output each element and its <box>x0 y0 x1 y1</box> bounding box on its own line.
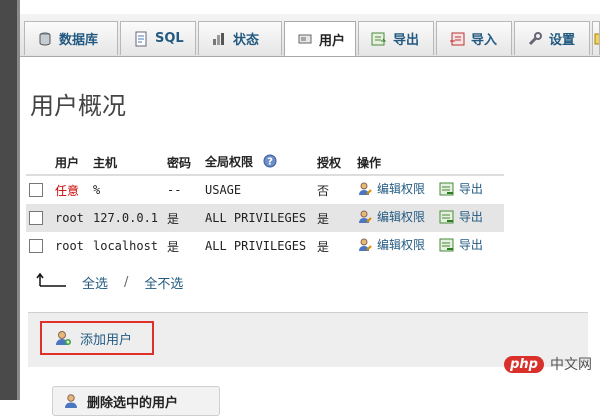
watermark-text: 中文网 <box>550 357 592 373</box>
database-icon <box>37 31 53 47</box>
header-grant: 授权 <box>314 150 354 176</box>
export-label: 导出 <box>458 182 483 197</box>
edit-user-icon <box>359 238 372 251</box>
export-link[interactable]: 导出 <box>439 180 483 197</box>
header-action: 操作 <box>354 150 504 176</box>
table-row: root localhost 是 ALL PRIVILEGES 是 编辑权限 导… <box>26 232 504 260</box>
edit-privileges-link[interactable]: 编辑权限 <box>357 208 425 225</box>
help-icon[interactable]: ? <box>263 154 277 171</box>
export-icon <box>439 182 454 196</box>
tab-status[interactable]: 状态 <box>198 21 282 55</box>
row-checkbox[interactable] <box>29 211 43 226</box>
tab-export-label: 导出 <box>393 33 420 48</box>
page-title: 用户概况 <box>30 92 126 120</box>
export-icon <box>439 210 454 224</box>
edit-privileges-link[interactable]: 编辑权限 <box>357 236 425 253</box>
export-icon <box>371 31 387 47</box>
select-none-link[interactable]: 全不选 <box>144 273 183 292</box>
row-actions: 编辑权限 导出 <box>354 232 504 260</box>
select-separator: / <box>124 274 129 290</box>
add-user-icon <box>56 331 71 345</box>
tab-import-label: 导入 <box>471 33 498 48</box>
tab-settings[interactable]: 设置 <box>514 21 590 55</box>
row-actions: 编辑权限 导出 <box>354 204 504 232</box>
row-actions: 编辑权限 导出 <box>354 175 504 204</box>
status-icon <box>211 31 227 47</box>
header-password: 密码 <box>164 150 202 176</box>
row-user: 任意 <box>52 175 90 204</box>
arrow-up-left-icon <box>36 272 68 292</box>
sql-icon <box>133 31 149 47</box>
export-link[interactable]: 导出 <box>439 208 483 225</box>
header-checkbox <box>26 150 52 176</box>
users-icon <box>297 31 313 47</box>
import-icon <box>449 31 465 47</box>
row-password: 是 <box>164 232 202 260</box>
row-password: -- <box>164 175 202 204</box>
edit-privileges-label: 编辑权限 <box>377 238 426 253</box>
top-tab-bar: 数据库 SQL 状态 用户 导出 导入 设置 <box>20 14 600 57</box>
users-table: 用户 主机 密码 全局权限 ? 授权 操作 任意 % -- USAGE 否 编辑… <box>26 150 504 260</box>
tab-sql[interactable]: SQL <box>120 21 196 55</box>
tab-users[interactable]: 用户 <box>284 21 356 56</box>
row-user: root <box>52 232 90 260</box>
row-host: 127.0.0.1 <box>90 204 164 232</box>
export-icon <box>439 238 454 252</box>
header-global-privileges: 全局权限 ? <box>202 150 314 176</box>
tab-users-label: 用户 <box>319 33 346 49</box>
header-global-privileges-label: 全局权限 <box>205 155 254 169</box>
watermark-logo: php <box>504 355 544 373</box>
edit-privileges-link[interactable]: 编辑权限 <box>357 180 425 197</box>
edit-user-icon <box>359 182 372 195</box>
row-grant: 是 <box>314 232 354 260</box>
row-host: localhost <box>90 232 164 260</box>
row-grant: 是 <box>314 204 354 232</box>
add-user-label: 添加用户 <box>80 332 133 348</box>
tab-import[interactable]: 导入 <box>436 21 512 55</box>
tab-more[interactable] <box>592 21 600 55</box>
export-link[interactable]: 导出 <box>439 236 483 253</box>
header-host: 主机 <box>90 150 164 176</box>
check-all-row: 全选 / 全不选 <box>36 272 183 292</box>
delete-selected-fieldset[interactable]: 删除选中的用户 <box>52 386 220 416</box>
row-grant: 否 <box>314 175 354 204</box>
tab-database-label: 数据库 <box>59 33 99 48</box>
delete-user-icon <box>65 394 77 408</box>
select-all-link[interactable]: 全选 <box>82 273 108 292</box>
edit-privileges-label: 编辑权限 <box>377 210 426 225</box>
edit-privileges-label: 编辑权限 <box>377 182 426 197</box>
tab-status-label: 状态 <box>233 33 260 48</box>
table-header-row: 用户 主机 密码 全局权限 ? 授权 操作 <box>26 150 504 176</box>
row-privileges: ALL PRIVILEGES <box>202 204 314 232</box>
header-user: 用户 <box>52 150 90 176</box>
row-checkbox[interactable] <box>29 239 43 254</box>
row-password: 是 <box>164 204 202 232</box>
export-label: 导出 <box>458 238 483 253</box>
edit-user-icon <box>359 210 372 223</box>
row-host: % <box>90 175 164 204</box>
row-privileges: USAGE <box>202 175 314 204</box>
watermark: php 中文网 <box>504 354 592 374</box>
svg-text:?: ? <box>267 157 273 168</box>
delete-selected-label: 删除选中的用户 <box>87 395 179 411</box>
tab-database[interactable]: 数据库 <box>24 21 118 55</box>
row-privileges: ALL PRIVILEGES <box>202 232 314 260</box>
tab-settings-label: 设置 <box>549 33 576 48</box>
tab-sql-label: SQL <box>155 31 184 46</box>
table-row: 任意 % -- USAGE 否 编辑权限 导出 <box>26 175 504 204</box>
settings-icon <box>527 31 543 47</box>
tab-export[interactable]: 导出 <box>358 21 434 55</box>
row-checkbox[interactable] <box>29 183 43 198</box>
row-user: root <box>52 204 90 232</box>
plugin-icon <box>593 31 599 47</box>
export-label: 导出 <box>458 210 483 225</box>
window-edge-highlight <box>17 0 20 400</box>
add-user-button[interactable]: 添加用户 <box>40 321 154 355</box>
table-row: root 127.0.0.1 是 ALL PRIVILEGES 是 编辑权限 导… <box>26 204 504 232</box>
